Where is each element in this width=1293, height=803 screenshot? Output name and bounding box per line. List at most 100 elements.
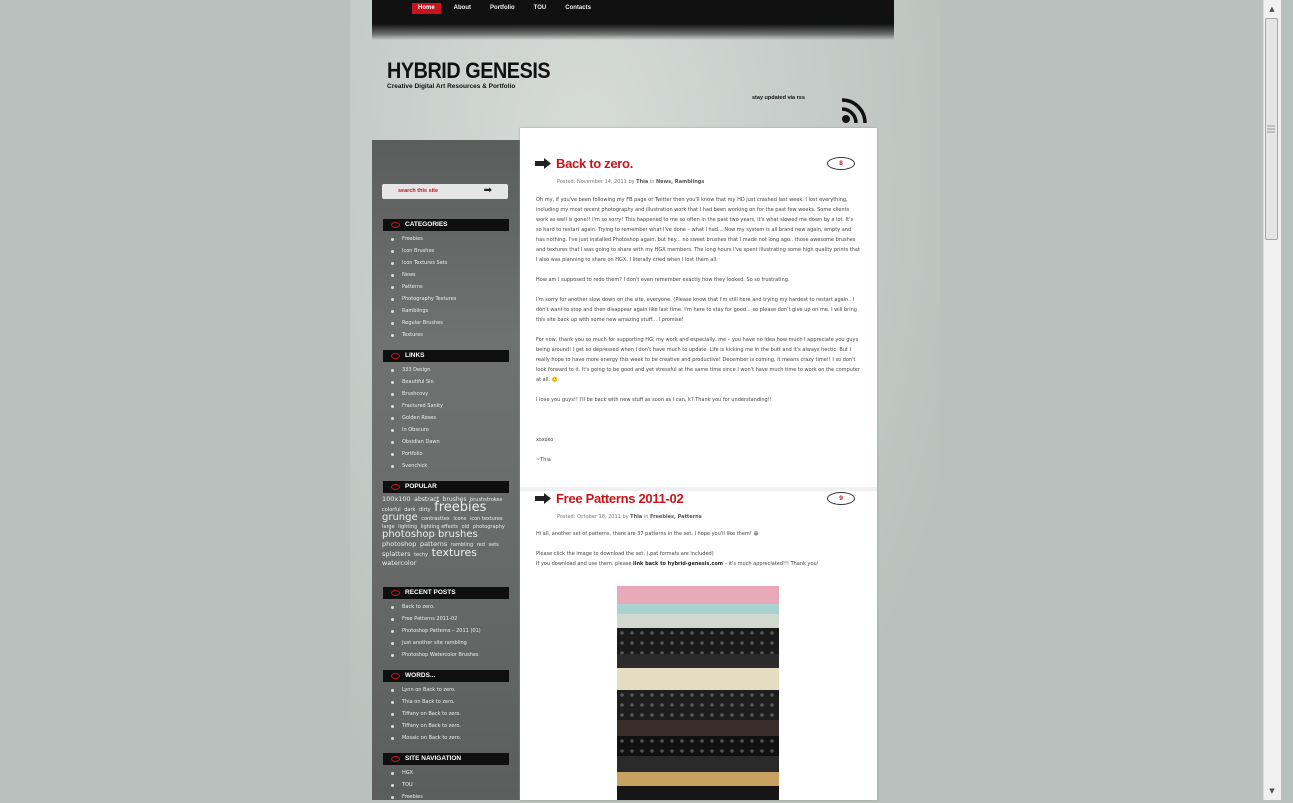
- scroll-down-icon[interactable]: ▼: [1266, 785, 1278, 797]
- popular-heading: POPULAR: [383, 481, 509, 493]
- post-header: Back to zero.: [535, 156, 633, 171]
- post-author[interactable]: Thia: [636, 179, 648, 185]
- post-title[interactable]: Free Patterns 2011-02: [556, 491, 684, 506]
- pattern-stripe: [617, 604, 779, 614]
- list-item[interactable]: TOU: [389, 779, 423, 791]
- pattern-stripe: [617, 786, 779, 800]
- pattern-stripe: [617, 654, 779, 668]
- post-title[interactable]: Back to zero.: [556, 156, 633, 171]
- bubble-icon: [391, 673, 400, 679]
- tag-link[interactable]: red: [477, 542, 485, 548]
- list-item[interactable]: Icon Brushes: [389, 245, 456, 257]
- list-item[interactable]: Freebies: [389, 791, 423, 803]
- search-input[interactable]: search this site ➡: [382, 184, 508, 199]
- tag-link[interactable]: grunge: [382, 512, 418, 523]
- post-author[interactable]: Thia: [630, 514, 642, 520]
- tag-cloud: 100x100 abstract brushes brushstrokes co…: [382, 495, 512, 568]
- comment-count-badge[interactable]: 9: [827, 492, 855, 505]
- list-item[interactable]: Just another site rambling: [389, 637, 481, 649]
- rss-icon[interactable]: [838, 95, 874, 127]
- site-navigation-list: HGX TOU Freebies: [389, 767, 423, 803]
- tag-link[interactable]: textures: [432, 546, 477, 559]
- list-item[interactable]: Brushcovy: [389, 388, 443, 400]
- list-item[interactable]: Obsidian Dawn: [389, 436, 443, 448]
- list-item[interactable]: Photography Textures: [389, 293, 456, 305]
- list-item[interactable]: Beautiful Sin: [389, 376, 443, 388]
- nav-home[interactable]: Home: [412, 3, 441, 14]
- site-branding: HYBRID GENESIS Creative Digital Art Reso…: [387, 58, 568, 90]
- tag-link[interactable]: sets: [489, 542, 499, 548]
- site-navigation-heading: SITE NAVIGATION: [383, 753, 509, 765]
- tag-link[interactable]: photoshop brushes: [382, 529, 478, 540]
- post-categories[interactable]: News, Ramblings: [656, 179, 704, 185]
- list-item[interactable]: Patterns: [389, 281, 456, 293]
- comment-count-badge[interactable]: 8: [827, 157, 855, 170]
- scrollbar-grip-icon: [1267, 125, 1275, 133]
- tag-link[interactable]: freebies: [434, 500, 486, 515]
- search-arrow-icon[interactable]: ➡: [484, 186, 492, 196]
- recent-posts-list: Back to zero. Free Patterns 2011-02 Photos…: [389, 601, 481, 661]
- categories-list: Freebies Icon Brushes Icon Textures Sets Ne…: [389, 233, 456, 341]
- list-item[interactable]: 333 Design: [389, 364, 443, 376]
- main-nav: Home About Portfolio TOU Contacts: [412, 3, 604, 14]
- list-item[interactable]: Svenchick: [389, 460, 443, 472]
- bubble-icon: [391, 756, 400, 762]
- tag-link[interactable]: 100x100: [382, 495, 411, 503]
- pattern-stripe: [617, 720, 779, 736]
- list-item[interactable]: Tiffany on Back to zero.: [389, 720, 461, 732]
- list-item[interactable]: Regular Brushes: [389, 317, 456, 329]
- list-item[interactable]: Fractured Sanity: [389, 400, 443, 412]
- pattern-stripe: [617, 690, 779, 720]
- list-item[interactable]: Portfolio: [389, 448, 443, 460]
- list-item[interactable]: Photoshop Patterns – 2011 (01): [389, 625, 481, 637]
- pattern-stripe: [617, 756, 779, 772]
- post-meta: Posted: October 18, 2011 by Thia in Free…: [557, 514, 702, 520]
- nav-tou[interactable]: TOU: [528, 3, 553, 14]
- nav-about[interactable]: About: [448, 3, 477, 14]
- pattern-stripe: [617, 668, 779, 690]
- links-heading: LINKS: [383, 350, 509, 362]
- list-item[interactable]: Icon Textures Sets: [389, 257, 456, 269]
- list-item[interactable]: Mosaic on Back to zero.: [389, 732, 461, 744]
- site-title[interactable]: HYBRID GENESIS: [387, 58, 551, 84]
- arrow-right-icon: [535, 158, 551, 169]
- tag-link[interactable]: icons: [453, 516, 466, 522]
- list-item[interactable]: Tiffany on Back to zero.: [389, 708, 461, 720]
- tag-link[interactable]: splatters: [382, 550, 410, 558]
- tag-link[interactable]: watercolor: [382, 559, 416, 567]
- list-item[interactable]: Golden Roses: [389, 412, 443, 424]
- list-item[interactable]: In Obscuro: [389, 424, 443, 436]
- list-item[interactable]: News: [389, 269, 456, 281]
- tag-link[interactable]: photoshop: [382, 540, 416, 548]
- post-body: Hi all, another set of patterns, there a…: [536, 531, 819, 567]
- list-item[interactable]: Lynn on Back to zero.: [389, 684, 461, 696]
- list-item[interactable]: Thia on Back to zero.: [389, 696, 461, 708]
- bubble-icon: [391, 484, 400, 490]
- list-item[interactable]: Textures: [389, 329, 456, 341]
- pattern-preview-image[interactable]: [617, 586, 779, 800]
- backlink[interactable]: link back to hybrid-genesis.com: [633, 561, 723, 567]
- post-header: Free Patterns 2011-02: [535, 491, 684, 506]
- post-meta: Posted: November 14, 2011 by Thia in New…: [557, 179, 705, 185]
- nav-portfolio[interactable]: Portfolio: [484, 3, 521, 14]
- rss-label[interactable]: stay updated via rss: [752, 95, 805, 101]
- list-item[interactable]: HGX: [389, 767, 423, 779]
- list-item[interactable]: Free Patterns 2011-02: [389, 613, 481, 625]
- list-item[interactable]: Freebies: [389, 233, 456, 245]
- tag-link[interactable]: icon textures: [470, 516, 503, 522]
- nav-contacts[interactable]: Contacts: [559, 3, 597, 14]
- recent-posts-heading: RECENT POSTS: [383, 587, 509, 599]
- tag-link[interactable]: contrasttex: [421, 516, 450, 522]
- pattern-stripe: [617, 586, 779, 604]
- scroll-up-icon[interactable]: ▲: [1266, 3, 1278, 15]
- post-body: Oh my, if you've been following my FB pa…: [536, 197, 860, 463]
- words-heading: WORDS...: [383, 670, 509, 682]
- list-item[interactable]: Photoshop Watercolor Brushes: [389, 649, 481, 661]
- post-categories[interactable]: Freebies, Patterns: [650, 514, 702, 520]
- tag-link[interactable]: dirty: [419, 507, 431, 513]
- pattern-stripe: [617, 614, 779, 628]
- list-item[interactable]: Back to zero.: [389, 601, 481, 613]
- list-item[interactable]: Ramblings: [389, 305, 456, 317]
- tag-link[interactable]: techy: [414, 552, 428, 558]
- categories-heading: CATEGORIES: [383, 219, 509, 231]
